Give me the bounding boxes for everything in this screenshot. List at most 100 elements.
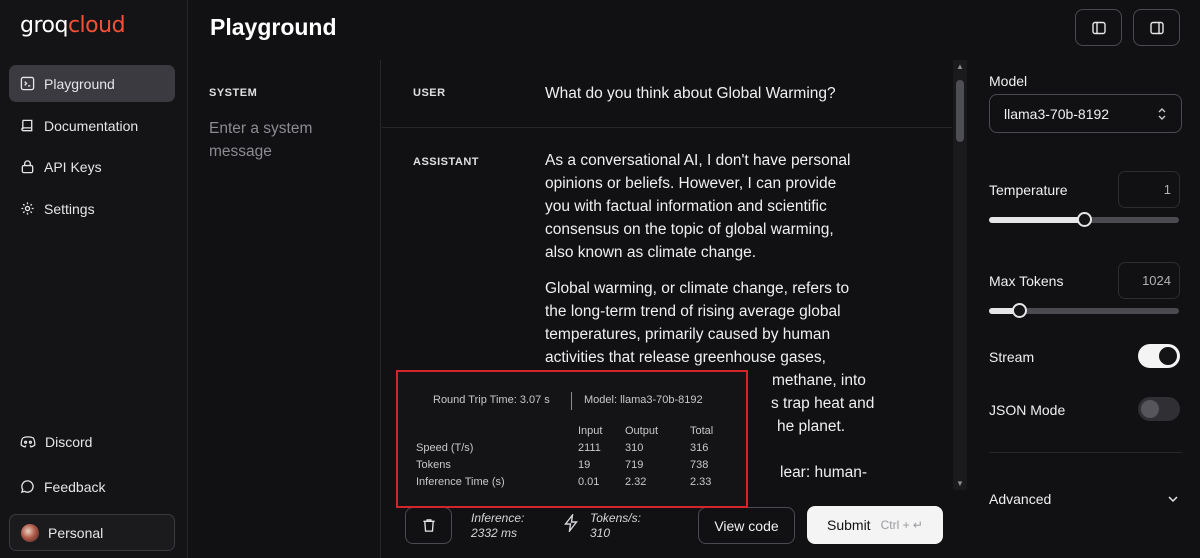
col-header-input: Input xyxy=(578,425,603,437)
row-label-inference-time: Inference Time (s) xyxy=(416,476,505,488)
keyboard-shortcut: Ctrl + ↵ xyxy=(880,518,923,532)
sidebar-item-label: Settings xyxy=(44,200,95,217)
temperature-label: Temperature xyxy=(989,182,1068,198)
logo-text-groq: groq xyxy=(20,13,68,38)
stats-model: Model: llama3-70b-8192 xyxy=(584,394,703,406)
scroll-down-arrow-icon[interactable]: ▼ xyxy=(956,479,964,488)
submit-label: Submit xyxy=(827,517,871,533)
sidebar-item-settings[interactable]: Settings xyxy=(9,190,175,227)
system-label: SYSTEM xyxy=(209,87,258,99)
assistant-line: also known as climate change. xyxy=(545,244,757,261)
settings-divider xyxy=(989,452,1182,453)
toggle-knob xyxy=(1141,400,1159,418)
col-header-output: Output xyxy=(625,425,659,437)
scrollbar-thumb[interactable] xyxy=(956,80,964,142)
stream-label: Stream xyxy=(989,349,1035,365)
inference-total: 2.33 xyxy=(690,476,712,488)
model-label: Model xyxy=(989,73,1028,89)
sidebar-item-label: API Keys xyxy=(44,158,102,175)
sidebar-item-label: Feedback xyxy=(44,478,106,495)
toggle-knob xyxy=(1159,347,1177,365)
inference-value: 2332 ms xyxy=(471,526,518,540)
stats-overlay: Round Trip Time: 3.07 s Model: llama3-70… xyxy=(396,370,748,508)
book-icon xyxy=(21,119,33,132)
json-mode-toggle[interactable] xyxy=(1138,397,1180,421)
panel-right-icon xyxy=(1149,21,1164,34)
chevron-down-icon[interactable] xyxy=(1167,494,1179,504)
delete-button[interactable] xyxy=(405,507,452,544)
toggle-left-panel-button[interactable] xyxy=(1075,9,1122,46)
assistant-line: temperatures, primarily caused by human xyxy=(545,326,831,343)
trash-icon xyxy=(422,519,435,532)
assistant-line: activities that release greenhouse gases… xyxy=(545,349,826,366)
sidebar-item-feedback[interactable]: Feedback xyxy=(9,468,175,505)
sidebar-item-label: Documentation xyxy=(44,117,139,134)
toggle-right-panel-button[interactable] xyxy=(1133,9,1180,46)
speed-input: 2111 xyxy=(578,442,601,454)
speed-total: 316 xyxy=(690,442,709,454)
assistant-line: the long-term trend of rising average gl… xyxy=(545,303,841,320)
sidebar-item-api-keys[interactable]: API Keys xyxy=(9,148,175,185)
round-trip-time: Round Trip Time: 3.07 s xyxy=(433,394,550,406)
assistant-line: consensus on the topic of global warming… xyxy=(545,221,834,238)
logo-text-cloud: cloud xyxy=(67,13,126,38)
submit-button[interactable]: Submit Ctrl + ↵ xyxy=(807,506,943,544)
row-label-tokens: Tokens xyxy=(416,459,451,471)
account-label: Personal xyxy=(48,524,104,541)
view-code-button[interactable]: View code xyxy=(698,507,795,544)
sidebar: groqcloud Playground Documentation API K… xyxy=(0,0,188,558)
panel-left-icon xyxy=(1091,21,1106,34)
sidebar-item-label: Playground xyxy=(44,75,115,92)
chat-bubble-icon xyxy=(20,480,34,494)
assistant-line: Global warming, or climate change, refer… xyxy=(545,280,850,297)
model-select-value: llama3-70b-8192 xyxy=(1004,105,1110,122)
advanced-section-label[interactable]: Advanced xyxy=(989,491,1051,507)
settings-panel: Model llama3-70b-8192 Temperature 1 Max … xyxy=(967,60,1200,558)
inference-input: 0.01 xyxy=(578,476,600,488)
inference-output: 2.32 xyxy=(625,476,647,488)
avatar xyxy=(21,523,39,542)
user-role-label[interactable]: USER xyxy=(413,87,446,99)
model-select[interactable]: llama3-70b-8192 xyxy=(989,94,1182,133)
assistant-line: As a conversational AI, I don't have per… xyxy=(545,152,851,169)
max-tokens-input[interactable]: 1024 xyxy=(1118,262,1180,299)
tokens-value: 310 xyxy=(590,526,611,540)
temperature-slider-thumb[interactable] xyxy=(1076,212,1092,227)
tokens-total: 738 xyxy=(690,459,709,471)
inference-label: Inference: xyxy=(471,511,525,525)
max-tokens-slider-thumb[interactable] xyxy=(1011,303,1027,318)
col-header-total: Total xyxy=(690,425,714,437)
user-message-row: USER What do you think about Global Warm… xyxy=(382,60,952,128)
row-label-speed: Speed (T/s) xyxy=(416,442,474,454)
tokens-label: Tokens/s: xyxy=(590,511,641,525)
system-panel: SYSTEM Enter a system message xyxy=(188,60,381,558)
lock-icon xyxy=(21,160,34,174)
sidebar-item-discord[interactable]: Discord xyxy=(9,423,175,460)
account-switcher[interactable]: Personal xyxy=(9,514,175,551)
inference-stat: Inference: 2332 ms xyxy=(471,511,524,541)
stream-toggle[interactable] xyxy=(1138,344,1180,368)
assistant-line: you with factual information and scienti… xyxy=(545,198,827,215)
stats-divider xyxy=(571,392,572,410)
sidebar-item-playground[interactable]: Playground xyxy=(9,65,175,102)
chevron-up-down-icon xyxy=(1158,107,1166,120)
gear-icon xyxy=(21,202,34,215)
sidebar-item-label: Discord xyxy=(45,433,93,450)
tokens-input: 19 xyxy=(578,459,591,471)
discord-icon xyxy=(20,435,36,448)
assistant-line: opinions or beliefs. However, I can prov… xyxy=(545,175,837,192)
assistant-role-label[interactable]: ASSISTANT xyxy=(413,156,479,168)
user-message-text[interactable]: What do you think about Global Warming? xyxy=(545,82,935,105)
lightning-icon xyxy=(564,514,578,532)
json-mode-label: JSON Mode xyxy=(989,402,1066,418)
groqcloud-logo[interactable]: groqcloud xyxy=(20,13,126,38)
temperature-slider-fill xyxy=(989,217,1084,223)
sidebar-item-documentation[interactable]: Documentation xyxy=(9,107,175,144)
scroll-up-arrow-icon[interactable]: ▲ xyxy=(956,62,964,71)
max-tokens-label: Max Tokens xyxy=(989,273,1064,289)
tokens-output: 719 xyxy=(625,459,644,471)
speed-output: 310 xyxy=(625,442,644,454)
temperature-input[interactable]: 1 xyxy=(1118,171,1180,208)
system-message-input[interactable]: Enter a system message xyxy=(209,117,369,163)
